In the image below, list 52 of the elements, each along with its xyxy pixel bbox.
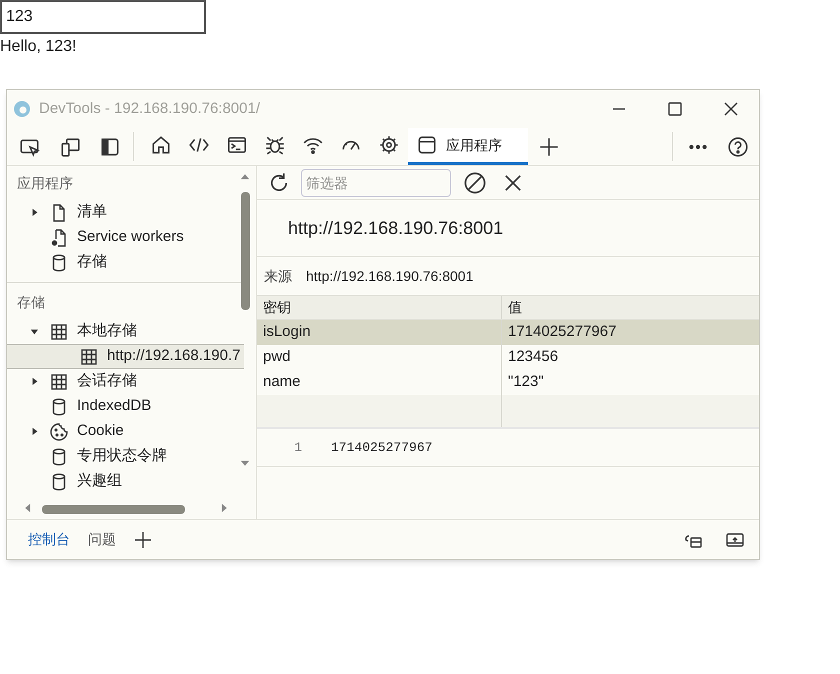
help-icon[interactable] [727, 136, 749, 158]
line-number: 1 [293, 438, 302, 457]
cookie-icon [49, 422, 69, 442]
gear-icon [378, 134, 400, 156]
tree-item[interactable]: 兴趣组 [77, 470, 122, 493]
drawer-tab[interactable]: 问题 [79, 529, 125, 550]
tree-item[interactable]: 存储 [77, 251, 107, 274]
tree-item[interactable]: 会话存储 [77, 370, 137, 393]
window-icon [416, 134, 438, 156]
table-cell-text: isLogin [263, 322, 311, 342]
device-icon[interactable] [59, 136, 81, 158]
app-tab[interactable]: 应用程序 [408, 128, 528, 165]
table-icon [49, 372, 69, 392]
table-cell-text: 1714025277967 [508, 322, 616, 342]
tree-item[interactable]: IndexedDB [77, 395, 152, 418]
table-row[interactable]: isLogin 1714025277967 [257, 320, 759, 345]
table-cell-text: "123" [508, 372, 544, 392]
table-cell-text: pwd [263, 347, 291, 368]
console-icon [226, 134, 248, 156]
table-cell-text: name [263, 372, 301, 392]
table-cell-text: 123456 [508, 347, 558, 368]
storage-heading: http://192.168.190.76:8001 [288, 216, 504, 240]
tree-item-highlight[interactable]: http://192.168.190.7 [7, 344, 244, 369]
value-preview: 1714025277967 [331, 438, 432, 457]
tree-item[interactable]: http://192.168.190.7 [107, 345, 240, 368]
window-title: DevTools - 192.168.190.76:8001/ [39, 98, 260, 119]
greeting-text: Hello, 123! [0, 37, 76, 57]
tree-item[interactable]: 专用状态令牌 [77, 445, 167, 468]
tree-item[interactable]: Service workers [77, 226, 184, 249]
bug-icon [264, 134, 286, 156]
add-tab-icon[interactable] [538, 136, 560, 158]
filter-field[interactable]: 筛选器 [301, 168, 451, 196]
drawer-tab[interactable]: 控制台 [19, 529, 79, 550]
section-heading: 应用程序 [17, 175, 73, 191]
tree-item[interactable]: 本地存储 [77, 320, 137, 343]
browser-logo-icon [12, 99, 32, 119]
origin-value: http://192.168.190.76:8001 [306, 266, 474, 286]
home-icon [150, 134, 172, 156]
vertical-scrollbar-thumb[interactable] [241, 192, 250, 310]
table-icon [79, 346, 99, 366]
dock-icon[interactable] [99, 136, 121, 158]
section-heading: 存储 [17, 294, 45, 310]
text-input[interactable]: 123 [0, 0, 206, 34]
column-header[interactable]: 值 [508, 297, 522, 318]
column-header[interactable]: 密钥 [263, 297, 291, 318]
clear-all-icon[interactable] [463, 170, 487, 194]
horizontal-scrollbar-thumb[interactable] [42, 505, 185, 514]
origin-label: 来源 [264, 266, 292, 286]
tree-item[interactable]: 清单 [77, 201, 107, 224]
add-tab-icon[interactable] [133, 530, 153, 550]
table-icon [49, 322, 69, 342]
tree-item[interactable]: Cookie [77, 420, 124, 443]
